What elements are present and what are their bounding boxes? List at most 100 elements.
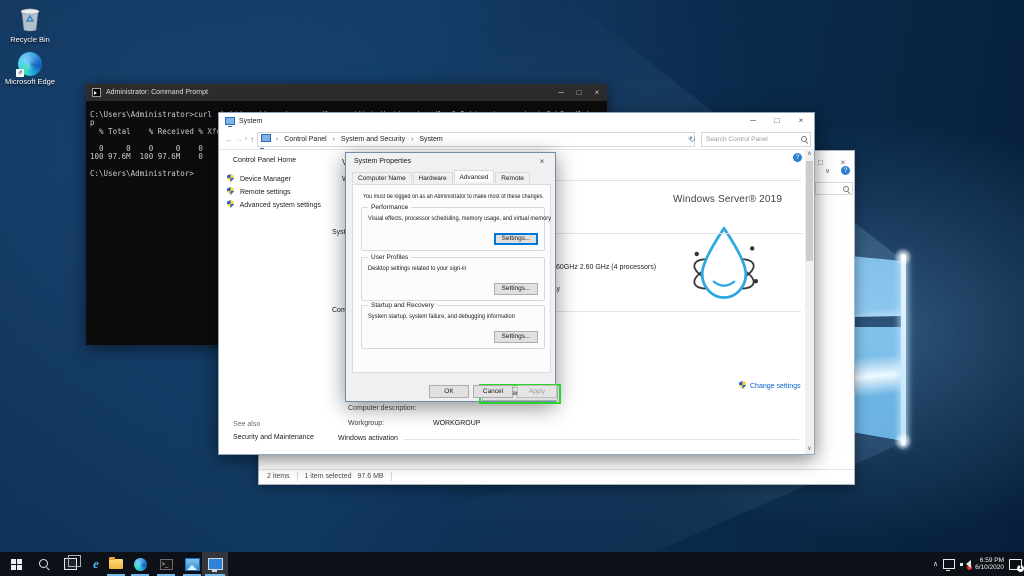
tab-computer-name[interactable]: Computer Name	[352, 172, 412, 183]
section-rule	[403, 439, 799, 440]
task-view-icon	[64, 558, 77, 570]
breadcrumb[interactable]: System	[419, 136, 442, 143]
computer-description-label: Computer description:	[348, 405, 416, 412]
user-profiles-settings-button[interactable]: Settings...	[494, 283, 538, 295]
explorer-search-box[interactable]	[815, 182, 853, 195]
close-button[interactable]: ×	[589, 84, 605, 101]
volume-muted-icon[interactable]	[960, 560, 970, 569]
up-button[interactable]: ↑	[250, 130, 254, 149]
crumb-separator: ›	[411, 136, 413, 143]
sidebar-item-label: Remote settings	[240, 189, 291, 196]
cancel-button[interactable]: Cancel	[473, 385, 513, 398]
sidebar-item-control-panel-home[interactable]: Control Panel Home	[233, 157, 331, 164]
refresh-icon[interactable]: ↻	[689, 130, 696, 149]
tray-chevron-icon[interactable]: ∧	[933, 560, 938, 568]
desktop: Recycle Bin ↗ Microsoft Edge Administrat…	[0, 0, 1024, 576]
system-title: System	[239, 118, 262, 125]
desktop-icon-microsoft-edge[interactable]: ↗ Microsoft Edge	[4, 52, 56, 86]
apply-button[interactable]: Apply	[517, 385, 557, 398]
tab-remote[interactable]: Remote	[495, 172, 530, 183]
close-button[interactable]: ×	[531, 154, 553, 169]
scroll-thumb[interactable]	[806, 161, 813, 261]
search-icon	[800, 135, 808, 143]
forward-button[interactable]: →	[235, 130, 243, 149]
cmd-icon: >_	[160, 559, 173, 570]
windows-activation-heading: Windows activation	[338, 435, 398, 442]
start-button[interactable]	[4, 552, 28, 576]
performance-group: Performance Visual effects, processor sc…	[361, 207, 545, 251]
performance-settings-button[interactable]: Settings...	[494, 233, 538, 245]
taskbar-system-window[interactable]	[202, 552, 228, 576]
dialog-title-bar[interactable]: System Properties ×	[346, 153, 555, 171]
logo-corner-glow	[894, 248, 912, 266]
dialog-tabs: Computer Name Hardware Advanced Remote	[352, 171, 529, 184]
search-icon	[842, 185, 850, 193]
sidebar-item-advanced-system-settings[interactable]: Advanced system settings	[227, 200, 331, 209]
system-sidebar: Control Panel Home Device Manager Remote…	[219, 149, 331, 454]
sidebar-item-device-manager[interactable]: Device Manager	[227, 174, 331, 183]
chevron-down-icon[interactable]: ∨	[244, 130, 248, 149]
sidebar-item-remote-settings[interactable]: Remote settings	[227, 187, 331, 196]
breadcrumb[interactable]: Control Panel	[284, 136, 326, 143]
control-panel-search[interactable]	[701, 132, 811, 147]
uac-shield-icon	[227, 174, 234, 182]
task-view-button[interactable]	[58, 552, 82, 576]
taskbar-photos-app[interactable]	[180, 552, 204, 576]
sidebar-link-security-and-maintenance[interactable]: Security and Maintenance	[233, 434, 314, 441]
action-center-icon[interactable]: 1	[1009, 559, 1022, 570]
startup-recovery-settings-button[interactable]: Settings...	[494, 331, 538, 343]
vertical-scrollbar[interactable]: ∧ ∨	[805, 149, 814, 454]
edge-icon	[134, 558, 147, 571]
drop-logo	[687, 223, 761, 305]
desktop-icon-label: Recycle Bin	[10, 35, 50, 44]
windows-logo-edge	[901, 254, 906, 446]
workgroup-value: WORKGROUP	[433, 420, 480, 427]
scroll-up-arrow[interactable]: ∧	[805, 149, 814, 159]
taskbar-file-explorer[interactable]	[104, 552, 128, 576]
sidebar-item-label: Device Manager	[240, 176, 291, 183]
minimize-button[interactable]: ─	[553, 84, 569, 101]
system-toolbar: ← → ∨ ↑ › Control Panel › System and Sec…	[219, 130, 814, 150]
chevron-down-icon[interactable]: ∨	[825, 167, 830, 175]
maximize-button[interactable]: □	[571, 84, 587, 101]
windows-edition-text: Windows Server® 2019	[673, 194, 782, 205]
desktop-icon-label: Microsoft Edge	[5, 77, 55, 86]
explorer-status-bar: 2 items 1 item selected 97.6 MB	[259, 469, 854, 484]
taskbar-command-prompt[interactable]: >_	[154, 552, 178, 576]
crumb-separator: ›	[333, 136, 335, 143]
monitor-icon	[208, 558, 223, 570]
advanced-tab-panel: You must be logged on as an Administrato…	[352, 184, 551, 373]
windows-logo-icon	[11, 559, 22, 570]
taskbar-edge[interactable]	[128, 552, 152, 576]
system-tray: ∧ 6:59 PM 6/10/2020 1	[933, 552, 1022, 576]
crumb-separator: ›	[276, 136, 278, 143]
scroll-down-arrow[interactable]: ∨	[805, 444, 814, 454]
tray-clock[interactable]: 6:59 PM 6/10/2020	[975, 557, 1004, 572]
see-also-heading: See also	[233, 421, 260, 428]
selection-size: 97.6 MB	[358, 473, 384, 480]
desktop-icon-recycle-bin[interactable]: Recycle Bin	[4, 6, 56, 44]
cmd-icon	[92, 88, 101, 97]
recycle-bin-icon	[4, 6, 56, 34]
ok-button[interactable]: OK	[429, 385, 469, 398]
mute-badge	[967, 565, 972, 570]
items-count: 2 items	[267, 473, 290, 480]
close-button[interactable]: ×	[790, 113, 812, 129]
tab-advanced[interactable]: Advanced	[454, 170, 495, 182]
network-icon[interactable]	[943, 559, 955, 569]
address-bar[interactable]: › Control Panel › System and Security › …	[257, 132, 695, 147]
tab-hardware[interactable]: Hardware	[413, 172, 453, 183]
shortcut-arrow-icon: ↗	[16, 69, 24, 77]
dialog-title: System Properties	[354, 158, 411, 165]
help-icon[interactable]: ?	[841, 166, 850, 175]
cmd-title-bar[interactable]: Administrator: Command Prompt ─ □ ×	[86, 84, 607, 101]
workgroup-label: Workgroup:	[348, 420, 384, 427]
system-title-bar[interactable]: System ─ □ ×	[219, 113, 814, 130]
minimize-button[interactable]: ─	[742, 113, 764, 129]
back-button[interactable]: ←	[225, 130, 233, 149]
search-input[interactable]	[701, 132, 811, 147]
maximize-button[interactable]: □	[766, 113, 788, 129]
change-settings-link[interactable]: Change settings	[739, 381, 801, 390]
taskbar-search-button[interactable]	[32, 552, 56, 576]
breadcrumb[interactable]: System and Security	[341, 136, 405, 143]
